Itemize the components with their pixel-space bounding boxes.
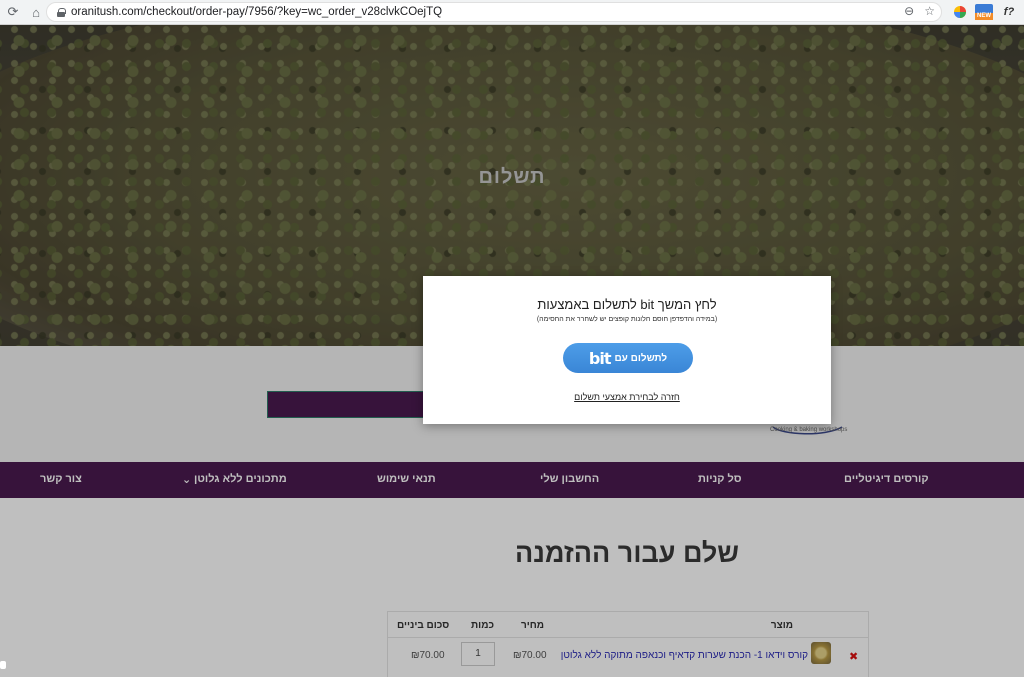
corner-widget[interactable] [0, 661, 6, 669]
reload-icon[interactable]: ⟳ [3, 2, 23, 22]
bit-button-label: לתשלום עם [614, 352, 668, 364]
extension-new-label: NEW [975, 13, 993, 20]
lock-icon [57, 7, 66, 17]
pay-with-bit-button[interactable]: bit לתשלום עם [563, 343, 693, 373]
back-to-payment-methods-link[interactable]: חזרה לבחירת אמצעי תשלום [423, 392, 831, 402]
browser-toolbar: ⟳ ⌂ oranitush.com/checkout/order-pay/795… [0, 0, 1024, 25]
modal-subtitle: (במידה והדפדפן חוסם חלונות קופצים יש לשח… [536, 316, 718, 323]
bit-payment-modal: לתשלום באמצעות bit לחץ המשך (במידה והדפד… [423, 276, 831, 424]
extension-new-icon[interactable]: NEW [974, 3, 994, 21]
extension-f-icon[interactable]: f? [1000, 3, 1018, 21]
bit-logo-icon: bit [588, 348, 612, 368]
bookmark-star-icon[interactable]: ☆ [924, 4, 935, 18]
zoom-icon[interactable]: ⊖ [904, 4, 914, 18]
extension-color-icon[interactable] [952, 3, 968, 21]
home-icon[interactable]: ⌂ [26, 2, 46, 22]
modal-title: לתשלום באמצעות bit לחץ המשך [537, 297, 717, 312]
url-text: oranitush.com/checkout/order-pay/7956/?k… [71, 6, 443, 18]
page: תשלום sh Cooking & baking workshops קורס… [0, 25, 1024, 677]
address-bar[interactable]: oranitush.com/checkout/order-pay/7956/?k… [46, 2, 942, 22]
